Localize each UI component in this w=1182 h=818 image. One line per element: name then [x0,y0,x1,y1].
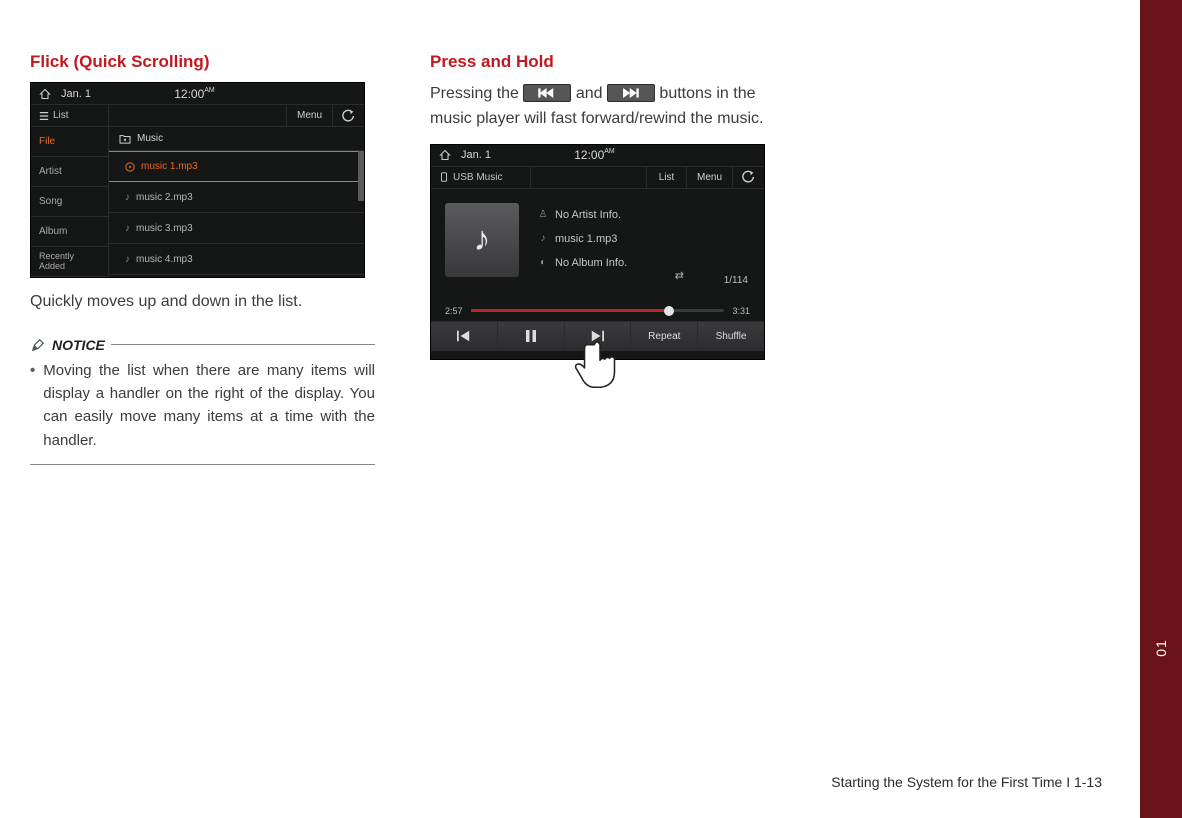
col-flick: Flick (Quick Scrolling) Jan. 1 12:00AM L… [30,52,375,465]
date-label: Jan. 1 [461,149,491,161]
folder-header[interactable]: Music [109,127,364,151]
list-button[interactable]: List [646,167,686,188]
source-label: USB Music [431,167,531,188]
cat-album[interactable]: Album [31,217,108,247]
menu-button[interactable]: Menu [686,167,732,188]
press-hold-desc: Pressing the and buttons in the music pl… [430,82,775,132]
list-item[interactable]: ♪music 2.mp3 [109,182,364,213]
flick-desc: Quickly moves up and down in the list. [30,290,375,315]
home-icon[interactable] [437,147,453,163]
back-button[interactable] [732,167,764,188]
pencil-icon [30,337,46,353]
sub-bar: USB Music List Menu [431,167,764,189]
cat-file[interactable]: File [31,127,108,157]
album-label: No Album Info. [555,257,627,269]
elapsed-time: 2:57 [445,306,463,316]
list-label: List [31,105,109,126]
player-body: ♪ ♙ No Artist Info. ♪ music 1.mp3 ◐ No Albu… [431,189,764,301]
list-item[interactable]: ♪music 3.mp3 [109,213,364,244]
touch-hand-icon [571,337,629,395]
forward-button-icon [607,84,655,102]
chapter-number: 01 [1153,639,1169,657]
menu-button[interactable]: Menu [286,105,332,126]
track-info: ♙ No Artist Info. ♪ music 1.mp3 ◐ No Album … [537,203,750,301]
cat-artist[interactable]: Artist [31,157,108,187]
chapter-tab: 01 [1140,0,1182,818]
total-time: 3:31 [732,306,750,316]
status-bar: Jan. 1 12:00AM [431,145,764,167]
loop-icon: ⇄ [675,269,684,282]
sub-bar: List Menu [31,105,364,127]
status-bar: Jan. 1 12:00AM [31,83,364,105]
notice-rule [111,344,375,345]
page-content: Flick (Quick Scrolling) Jan. 1 12:00AM L… [0,0,1100,465]
time-label: 12:00AM [174,87,215,101]
album-art: ♪ [445,203,519,277]
track-count: 1/114 [724,275,748,286]
time-label: 12:00AM [574,148,615,162]
category-column: File Artist Song Album Recently Added [31,127,109,277]
notice-list: • Moving the list when there are many it… [30,359,375,465]
notice-label: NOTICE [52,337,105,353]
track-title: music 1.mp3 [555,233,617,245]
shuffle-button[interactable]: Shuffle [698,322,764,351]
repeat-button[interactable]: Repeat [631,322,698,351]
notice-header: NOTICE [30,337,375,353]
artist-icon: ♙ [537,209,549,220]
progress-bar[interactable]: 2:57 3:31 [445,301,750,321]
list-item[interactable]: music 1.mp3 [109,151,364,182]
heading-press-hold: Press and Hold [430,52,775,72]
pause-button[interactable] [498,322,565,351]
cat-recent[interactable]: Recently Added [31,247,108,277]
back-button[interactable] [332,105,364,126]
list-item[interactable]: ♪music 4.mp3 [109,244,364,275]
scroll-handle[interactable] [358,151,364,201]
rewind-button-icon [523,84,571,102]
heading-flick: Flick (Quick Scrolling) [30,52,375,72]
home-icon[interactable] [37,86,53,102]
screenshot-player: Jan. 1 12:00AM USB Music List Menu [430,144,765,360]
artist-label: No Artist Info. [555,209,621,221]
album-icon: ◐ [537,257,549,268]
track-icon: ♪ [537,233,549,244]
date-label: Jan. 1 [61,88,91,100]
file-list: Music music 1.mp3 ♪music 2.mp3 ♪music 3.… [109,127,364,277]
page-footer: Starting the System for the First Time I… [831,774,1102,790]
col-press-hold: Press and Hold Pressing the and buttons … [430,52,775,465]
cat-song[interactable]: Song [31,187,108,217]
notice-item: • Moving the list when there are many it… [30,359,375,452]
screenshot-list: Jan. 1 12:00AM List Menu File [30,82,365,278]
prev-button[interactable] [431,322,498,351]
